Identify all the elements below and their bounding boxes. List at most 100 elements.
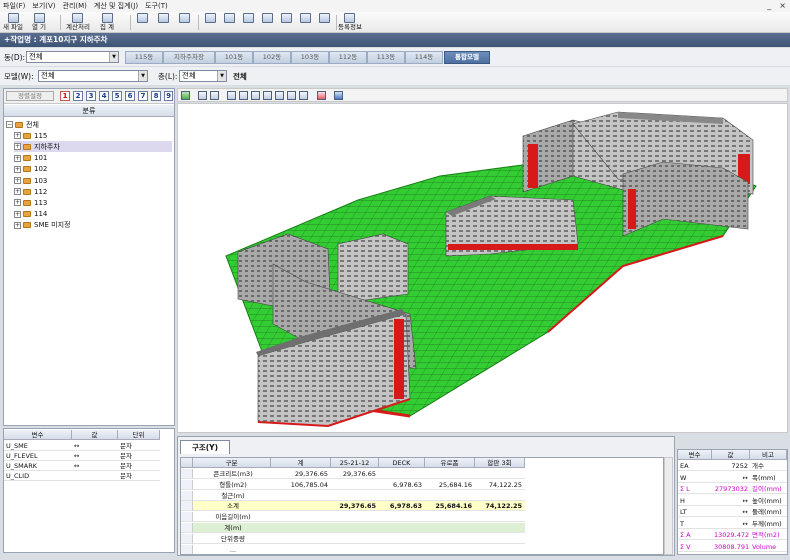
right-view-icon[interactable]: [263, 91, 272, 100]
table-button-3[interactable]: [281, 13, 292, 32]
floor-select[interactable]: 전체 ▼: [179, 70, 227, 82]
tab-parking[interactable]: 지하주차장: [163, 51, 215, 64]
quantity-cell[interactable]: 74,122.25: [475, 501, 525, 512]
property-cell-note[interactable]: 길이(mm): [750, 484, 787, 494]
view-button-2[interactable]: [224, 13, 235, 32]
quantity-cell[interactable]: [379, 534, 425, 544]
quantity-cell[interactable]: [331, 523, 379, 533]
expand-icon[interactable]: +: [14, 177, 21, 184]
property-cell-name[interactable]: H: [678, 496, 712, 506]
quantity-cell[interactable]: [475, 491, 525, 501]
property-cell-name[interactable]: T: [678, 519, 712, 529]
quantity-cell[interactable]: [475, 512, 525, 523]
row-header[interactable]: [181, 523, 193, 533]
property-cell-note[interactable]: 둘레(mm): [750, 507, 787, 517]
view-button-1[interactable]: [205, 13, 216, 32]
tree-item[interactable]: +103: [14, 175, 172, 186]
shape-icon[interactable]: [334, 91, 343, 100]
quantity-cell[interactable]: [331, 491, 379, 501]
property-cell-note[interactable]: 높이(mm): [750, 496, 787, 506]
zoom-out-button[interactable]: [158, 13, 169, 32]
dong-select[interactable]: 전체 ▼: [26, 51, 119, 63]
quantity-cell[interactable]: 6,978.63: [379, 501, 425, 512]
expand-icon[interactable]: +: [14, 165, 21, 173]
variable-cell-name[interactable]: U_CLID: [4, 471, 72, 481]
variable-cell-unit[interactable]: 문자: [118, 441, 160, 451]
table-button-5[interactable]: [319, 13, 330, 32]
tab-112[interactable]: 112동: [329, 51, 367, 64]
quantity-cell[interactable]: [425, 545, 475, 554]
3d-model-view[interactable]: [177, 103, 788, 433]
variable-cell-unit[interactable]: 문자: [118, 461, 160, 471]
property-cell-name[interactable]: LT: [678, 507, 712, 517]
camera-icon[interactable]: [198, 91, 207, 100]
quantity-cell[interactable]: [271, 512, 331, 523]
tab-101[interactable]: 101동: [215, 51, 253, 64]
expand-icon[interactable]: +: [14, 221, 21, 229]
row-header[interactable]: [181, 533, 193, 544]
level-button-4[interactable]: 4: [99, 91, 109, 101]
tab-structure[interactable]: 구조(Y): [180, 440, 230, 454]
variable-cell-value[interactable]: [72, 471, 118, 481]
tab-113[interactable]: 113동: [367, 51, 405, 64]
property-cell-value[interactable]: 13029.472: [712, 530, 750, 540]
property-cell-value[interactable]: ↔: [712, 507, 750, 517]
property-cell-note[interactable]: 개수: [750, 461, 787, 471]
level-button-7[interactable]: 7: [138, 91, 148, 101]
property-cell-value[interactable]: 30808.791: [712, 542, 750, 552]
open-button[interactable]: 열 기: [32, 13, 46, 32]
zoom-button[interactable]: [137, 13, 148, 32]
variable-cell-unit[interactable]: 문자: [118, 451, 160, 461]
sort-settings-button[interactable]: 정렬설정: [6, 91, 54, 101]
variable-cell-name[interactable]: U_FLEVEL: [4, 451, 72, 461]
property-cell-note[interactable]: 두께(mm): [750, 519, 787, 529]
table-button-1[interactable]: [243, 13, 254, 32]
menu-file[interactable]: 파일(F): [3, 1, 25, 11]
tree-item[interactable]: +112: [14, 186, 172, 197]
summary-button[interactable]: 집 계: [100, 13, 114, 32]
tree-item[interactable]: + 지하주차: [14, 141, 172, 153]
quantity-cell[interactable]: [379, 491, 425, 501]
bottom-view-icon[interactable]: [299, 91, 308, 100]
expand-icon[interactable]: +: [14, 188, 21, 196]
register-button[interactable]: 등록정보: [338, 13, 362, 32]
quantity-cell[interactable]: [271, 523, 331, 533]
expand-icon[interactable]: +: [14, 143, 21, 151]
variable-cell-unit[interactable]: 문자: [118, 471, 160, 481]
variable-cell-value[interactable]: ↔: [72, 451, 118, 461]
quantity-cell[interactable]: [475, 469, 525, 479]
quantity-cell[interactable]: [475, 545, 525, 554]
quantity-cell[interactable]: [271, 545, 331, 554]
zoom-fit-button[interactable]: [179, 13, 190, 32]
expand-icon[interactable]: +: [14, 154, 21, 162]
render-icon[interactable]: [181, 91, 190, 100]
property-cell-name[interactable]: Σ A: [678, 530, 712, 540]
table-button-2[interactable]: [262, 13, 273, 32]
quantity-cell[interactable]: [331, 545, 379, 554]
row-header[interactable]: [181, 544, 193, 554]
model-select[interactable]: 전체 ▼: [38, 70, 148, 82]
quantity-cell[interactable]: 29,376.65: [331, 469, 379, 479]
quantity-cell[interactable]: 6,978.63: [379, 480, 425, 490]
quantity-cell[interactable]: 25,684.16: [425, 480, 475, 490]
tree-item[interactable]: +114: [14, 209, 172, 220]
tree-item[interactable]: + SME 미지정: [14, 220, 172, 231]
quantity-cell[interactable]: 25,684.16: [425, 501, 475, 512]
quantity-cell[interactable]: [379, 512, 425, 523]
quantity-cell[interactable]: [271, 534, 331, 544]
property-cell-value[interactable]: 27973032: [712, 484, 750, 494]
tree-item[interactable]: +113: [14, 197, 172, 208]
quantity-cell[interactable]: [271, 491, 331, 501]
tab-114[interactable]: 114동: [405, 51, 443, 64]
iso-view-icon[interactable]: [287, 91, 296, 100]
level-button-3[interactable]: 3: [86, 91, 96, 101]
menu-calc[interactable]: 계산 및 집계(J): [94, 1, 138, 11]
quantity-cell[interactable]: [331, 480, 379, 490]
property-cell-name[interactable]: Σ V: [678, 542, 712, 552]
collapse-icon[interactable]: −: [6, 121, 13, 128]
quantity-cell[interactable]: [425, 469, 475, 479]
quantity-cell[interactable]: [475, 523, 525, 533]
quantity-cell[interactable]: [425, 491, 475, 501]
row-header[interactable]: [181, 469, 193, 479]
tree-item[interactable]: − 전체: [6, 119, 172, 130]
